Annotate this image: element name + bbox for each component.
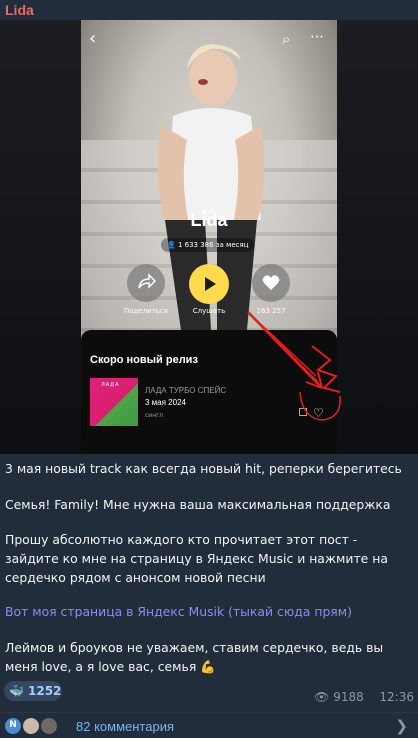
calendar-icon[interactable] [299, 408, 307, 416]
message-line-4: Леймов и броуков не уважаем, ставим серд… [5, 640, 384, 674]
yandex-music-link[interactable]: Вот моя страница в Яндекс Musik (тыкай с… [5, 602, 413, 621]
message-line-3: Прошу абсолютно каждого кто прочитает эт… [5, 532, 388, 585]
commenter-avatar-1: N [4, 717, 22, 735]
comments-label: 82 комментария [76, 719, 174, 734]
like-button[interactable] [252, 264, 290, 302]
avatar-letter: N [9, 720, 17, 730]
listeners-value: 1 633 386 за месяц [177, 241, 249, 249]
media-preview[interactable]: ‹ ⌕ ⋯ Lida 👤 1 633 386 за месяц Поделить… [0, 20, 418, 454]
upcoming-release-card: Скоро новый релиз ЛАДА ЛАДА ТУРБО СПЕЙС … [81, 330, 337, 454]
search-icon[interactable]: ⌕ [282, 30, 290, 48]
whale-emoji-icon: 🐳 [9, 684, 24, 698]
comments-button[interactable]: N 82 комментария ❯ [0, 713, 418, 738]
back-icon[interactable]: ‹ [89, 30, 96, 48]
screenshot-phone: ‹ ⌕ ⋯ Lida 👤 1 633 386 за месяц Поделить… [81, 20, 337, 454]
media-blur-left [0, 20, 81, 454]
artist-name: Lida [190, 210, 228, 230]
message-line-1: 3 мая новый track как всегда новый hit, … [5, 461, 402, 476]
more-icon[interactable]: ⋯ [310, 28, 324, 46]
channel-name[interactable]: Lida [5, 2, 34, 18]
monthly-listeners: 👤 1 633 386 за месяц [161, 238, 255, 252]
message-meta: 👁 9188 12:36 [314, 690, 414, 704]
photo-pager [203, 198, 215, 213]
release-cover[interactable]: ЛАДА [90, 378, 138, 426]
message-time: 12:36 [379, 690, 414, 704]
share-button[interactable] [127, 264, 165, 302]
share-icon [138, 273, 157, 289]
chevron-right-icon: ❯ [395, 717, 408, 735]
phone-top-bar: ‹ ⌕ ⋯ [81, 20, 337, 56]
commenter-avatar-2 [22, 717, 40, 735]
commenter-avatar-3 [40, 717, 58, 735]
play-button[interactable] [189, 264, 229, 304]
release-section-title: Скоро новый релиз [90, 354, 198, 366]
likes-count: 163 257 [256, 307, 286, 315]
release-heart-icon[interactable]: ♡ [313, 406, 324, 420]
heart-icon [262, 275, 280, 290]
message-bubble: Lida ‹ ⌕ ⋯ Lida 👤 1 633 386 за месяц Под… [0, 0, 418, 738]
release-type: сингл [145, 412, 164, 419]
reaction-chip[interactable]: 🐳 1252 [4, 681, 62, 701]
share-label: Поделиться [124, 307, 168, 315]
views-eye-icon: 👁 [313, 690, 330, 704]
reaction-count: 1252 [28, 684, 62, 698]
release-name: ЛАДА ТУРБО СПЕЙС [145, 386, 227, 395]
cover-logo: ЛАДА [101, 382, 120, 388]
listen-label: Слушать [192, 307, 226, 315]
release-date: 3 мая 2024 [145, 398, 186, 407]
message-line-2: Семья! Family! Мне нужна ваша максимальн… [5, 497, 391, 512]
views-count: 9188 [333, 690, 364, 704]
media-blur-right [337, 20, 418, 454]
